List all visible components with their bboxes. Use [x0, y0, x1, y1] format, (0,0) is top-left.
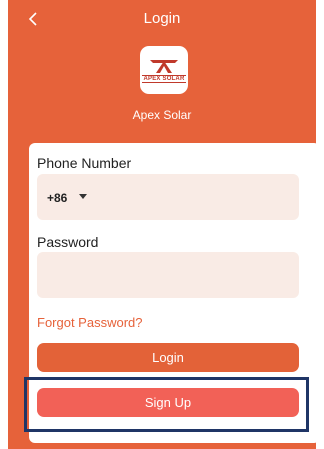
phone-field[interactable]: +86: [37, 174, 299, 220]
forgot-password-link[interactable]: Forgot Password?: [37, 315, 143, 330]
logo-text: APEX SOLAR: [142, 74, 186, 83]
chevron-down-icon: [79, 194, 87, 199]
apex-logo-icon: [150, 59, 178, 73]
signup-highlight-box: [24, 377, 309, 432]
page-title: Login: [143, 10, 181, 27]
app-logo: APEX SOLAR: [140, 46, 188, 94]
password-label: Password: [37, 234, 99, 250]
phone-label: Phone Number: [37, 155, 132, 171]
password-field[interactable]: [37, 252, 299, 298]
brand-name: Apex Solar: [132, 108, 192, 122]
country-code-select[interactable]: +86: [47, 191, 67, 205]
top-bar: Login: [8, 0, 316, 38]
login-button[interactable]: Login: [37, 343, 299, 372]
